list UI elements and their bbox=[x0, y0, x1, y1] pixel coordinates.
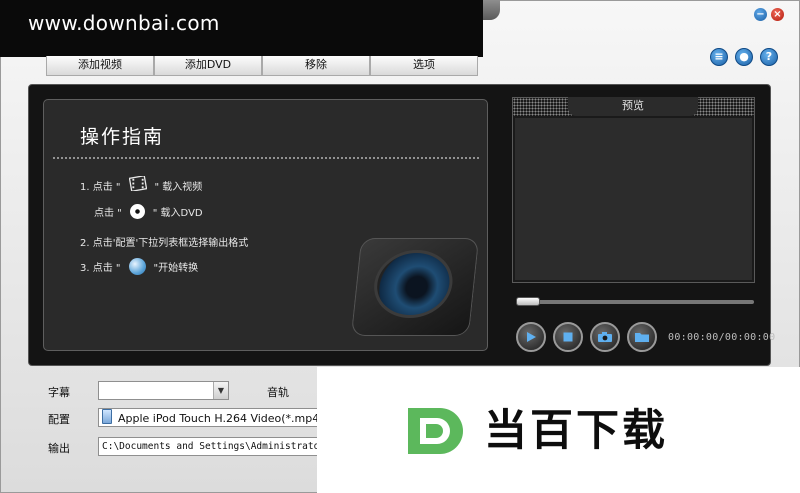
app-logo bbox=[350, 238, 480, 336]
preview-title: 预览 bbox=[568, 97, 698, 116]
device-icon bbox=[102, 409, 112, 424]
film-icon bbox=[128, 174, 147, 194]
chevron-down-icon: ▼ bbox=[213, 382, 228, 399]
subtitle-label: 字幕 bbox=[48, 386, 70, 399]
config-select[interactable]: Apple iPod Touch H.264 Video(*.mp4) bbox=[98, 408, 323, 427]
guide-title: 操作指南 bbox=[80, 126, 165, 148]
watermark-text: www.downbai.com bbox=[28, 11, 220, 35]
brand-logo-icon bbox=[408, 408, 463, 454]
audio-track-label: 音轨 bbox=[267, 386, 289, 399]
preview-header: 预览 bbox=[513, 97, 754, 116]
user-button[interactable]: ● bbox=[735, 48, 753, 66]
toolbar-tabs: 添加视频 添加DVD 移除 选项 bbox=[46, 56, 478, 76]
close-icon: × bbox=[773, 9, 782, 20]
minimize-icon: − bbox=[756, 9, 765, 20]
config-label: 配置 bbox=[48, 413, 70, 426]
step1-suffix: " 载入视频 bbox=[154, 181, 203, 193]
config-value: Apple iPod Touch H.264 Video(*.mp4) bbox=[118, 412, 323, 425]
output-path-value: C:\Documents and Settings\Administrator bbox=[102, 441, 323, 452]
step2-text: 2. 点击'配置'下拉列表框选择输出格式 bbox=[80, 238, 249, 249]
convert-icon bbox=[128, 258, 146, 275]
output-path-field[interactable]: C:\Documents and Settings\Administrator bbox=[98, 437, 323, 456]
snapshot-button[interactable] bbox=[590, 322, 620, 352]
step1b-prefix: 点击 " bbox=[94, 208, 122, 219]
brand-text: 当百下载 bbox=[484, 406, 668, 456]
play-button[interactable] bbox=[516, 322, 546, 352]
close-button[interactable]: × bbox=[771, 8, 784, 21]
watermark-banner: www.downbai.com bbox=[0, 0, 483, 57]
disc-icon bbox=[129, 204, 145, 219]
guide-divider bbox=[52, 156, 480, 160]
add-video-tab[interactable]: 添加视频 bbox=[46, 56, 154, 76]
folder-icon bbox=[635, 333, 649, 342]
stop-icon bbox=[563, 332, 573, 342]
list-button[interactable]: ≡ bbox=[710, 48, 728, 66]
logo-lens bbox=[370, 250, 456, 318]
time-display: 00:00:00/00:00:00 bbox=[668, 332, 776, 343]
preview-screen bbox=[515, 118, 752, 280]
guide-step-1b: 点击 " " 载入DVD bbox=[94, 204, 203, 219]
remove-tab[interactable]: 移除 bbox=[262, 56, 370, 76]
step3-prefix: 3. 点击 " bbox=[80, 263, 121, 274]
add-dvd-tab[interactable]: 添加DVD bbox=[154, 56, 262, 76]
preview-panel: 预览 bbox=[512, 97, 755, 283]
options-tab[interactable]: 选项 bbox=[370, 56, 478, 76]
guide-step-2: 2. 点击'配置'下拉列表框选择输出格式 bbox=[80, 234, 248, 249]
step3-suffix: "开始转换 bbox=[153, 263, 199, 274]
subtitle-select[interactable]: ▼ bbox=[98, 381, 229, 400]
seek-handle[interactable] bbox=[516, 297, 540, 306]
output-label: 输出 bbox=[48, 442, 70, 455]
camera-icon bbox=[598, 332, 612, 342]
guide-step-1: 1. 点击 " " 载入视频 bbox=[80, 174, 203, 194]
step1-prefix: 1. 点击 " bbox=[80, 181, 121, 193]
play-icon bbox=[527, 332, 536, 342]
minimize-button[interactable]: − bbox=[754, 8, 767, 21]
seek-bar[interactable] bbox=[516, 300, 754, 304]
guide-step-3: 3. 点击 " "开始转换 bbox=[80, 258, 198, 275]
list-icon: ≡ bbox=[714, 50, 724, 63]
help-icon: ? bbox=[765, 50, 773, 63]
user-icon: ● bbox=[739, 50, 749, 63]
help-button[interactable]: ? bbox=[760, 48, 778, 66]
open-folder-button[interactable] bbox=[627, 322, 657, 352]
stop-button[interactable] bbox=[553, 322, 583, 352]
step1b-suffix: " 载入DVD bbox=[152, 208, 203, 219]
